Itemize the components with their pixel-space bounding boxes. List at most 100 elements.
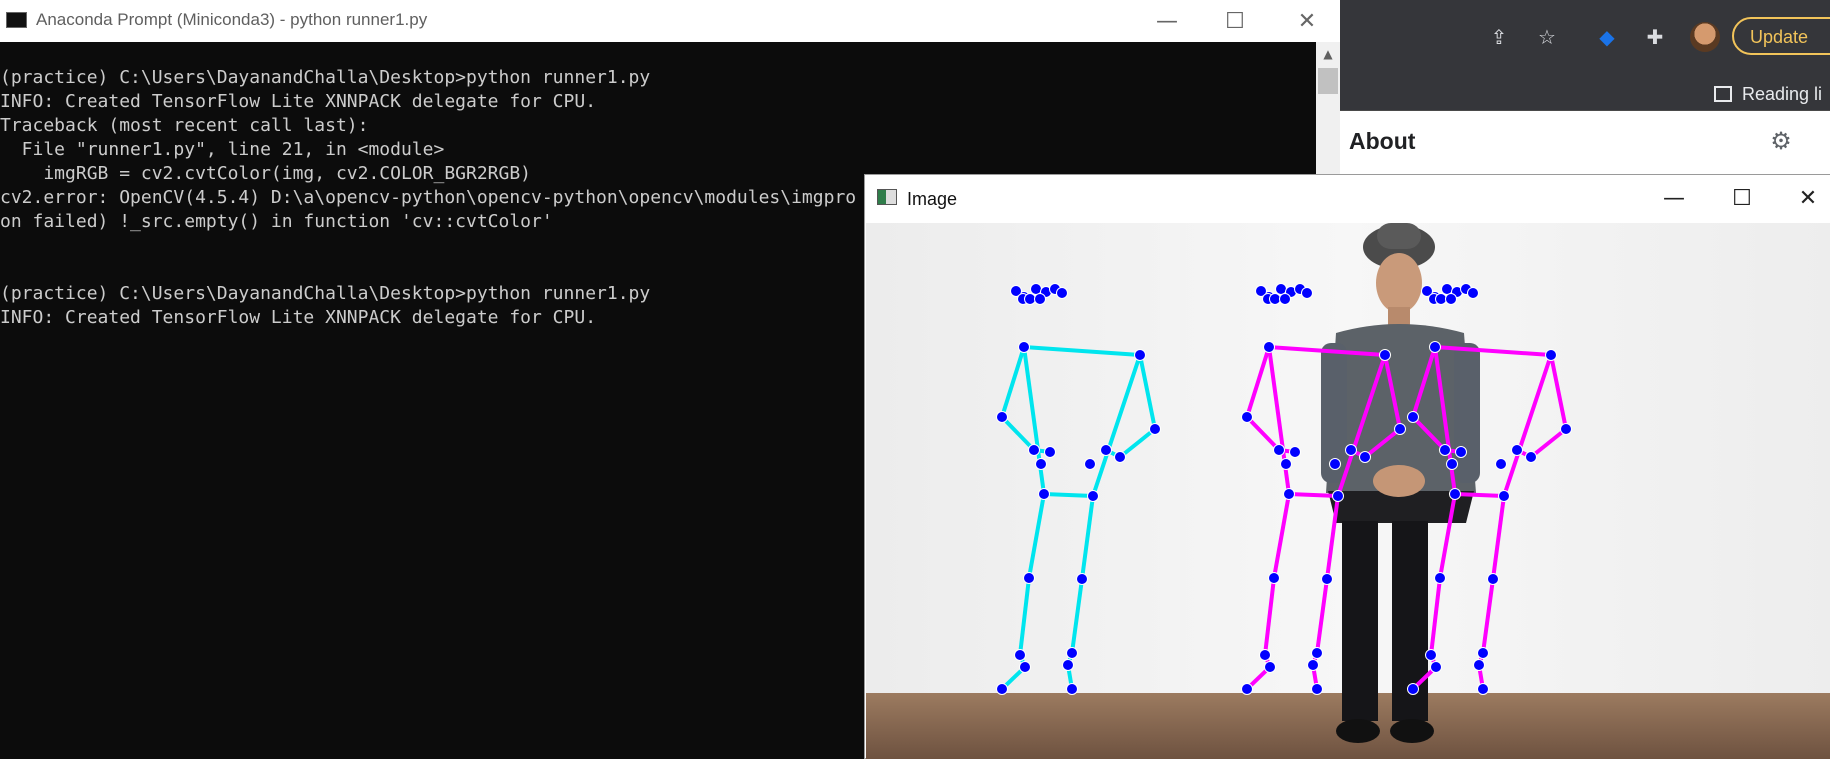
- pose-landmark: [1311, 647, 1323, 659]
- pose-landmark: [1019, 661, 1031, 673]
- pose-landmark: [1495, 458, 1507, 470]
- skeleton-bone: [1288, 492, 1339, 498]
- pose-landmark: [1545, 349, 1557, 361]
- share-icon[interactable]: ⇪: [1486, 24, 1512, 50]
- pose-landmark: [1449, 488, 1461, 500]
- console-title: Anaconda Prompt (Miniconda3) - python ru…: [36, 10, 428, 29]
- pose-landmark: [1321, 573, 1333, 585]
- image-title: Image: [907, 189, 958, 209]
- pose-landmark: [1018, 341, 1030, 353]
- pose-landmark: [996, 683, 1008, 695]
- pose-landmark: [1446, 458, 1458, 470]
- pose-landmark: [1477, 647, 1489, 659]
- pose-landmark: [1034, 293, 1046, 305]
- maximize-button[interactable]: ☐: [1719, 177, 1765, 219]
- pose-landmark: [1439, 444, 1451, 456]
- pose-landmark: [1264, 661, 1276, 673]
- pose-landmark: [1332, 490, 1344, 502]
- pose-landmark: [1062, 659, 1074, 671]
- scroll-thumb[interactable]: [1318, 68, 1338, 94]
- pose-landmark: [1273, 444, 1285, 456]
- pose-landmark: [1487, 573, 1499, 585]
- pose-landmark: [1283, 488, 1295, 500]
- pose-landmark: [1498, 490, 1510, 502]
- panel-title: About: [1349, 128, 1416, 154]
- minimize-button[interactable]: —: [1651, 177, 1697, 219]
- pose-landmark: [1455, 446, 1467, 458]
- image-app-icon: [877, 189, 897, 205]
- pose-landmark: [1028, 444, 1040, 456]
- pose-landmark: [1023, 572, 1035, 584]
- pose-landmark: [1268, 572, 1280, 584]
- pose-landmark: [1407, 683, 1419, 695]
- pose-landmark: [1345, 444, 1357, 456]
- close-button[interactable]: ✕: [1284, 0, 1330, 42]
- pose-landmark: [1024, 293, 1036, 305]
- pose-landmark: [1076, 573, 1088, 585]
- pose-landmark: [1430, 661, 1442, 673]
- pose-landmark: [1056, 287, 1068, 299]
- console-titlebar[interactable]: Anaconda Prompt (Miniconda3) - python ru…: [0, 0, 1340, 42]
- pose-landmark: [996, 411, 1008, 423]
- pose-landmark: [1434, 572, 1446, 584]
- pose-landmark: [1087, 490, 1099, 502]
- close-button[interactable]: ✕: [1785, 177, 1830, 219]
- pose-landmark: [1477, 683, 1489, 695]
- reading-list-label: Reading li: [1742, 84, 1823, 104]
- pose-landmark: [1307, 659, 1319, 671]
- skeleton-bone: [1454, 492, 1505, 498]
- pose-landmark: [1429, 341, 1441, 353]
- pose-landmark: [1066, 683, 1078, 695]
- pose-landmark: [1425, 649, 1437, 661]
- pose-landmark: [1084, 458, 1096, 470]
- skeleton-bone: [1043, 492, 1094, 498]
- pose-landmark: [1311, 683, 1323, 695]
- pose-landmark: [1407, 411, 1419, 423]
- reading-list-icon: [1714, 86, 1732, 102]
- maximize-button[interactable]: ☐: [1212, 0, 1258, 42]
- pose-landmark: [1066, 647, 1078, 659]
- scroll-up-arrow-icon[interactable]: ▲: [1316, 44, 1340, 64]
- pose-landmark: [1329, 458, 1341, 470]
- pose-landmark: [1394, 423, 1406, 435]
- console-output[interactable]: (practice) C:\Users\DayanandChalla\Deskt…: [0, 66, 856, 330]
- pose-landmark: [1030, 283, 1042, 295]
- pose-landmark: [1445, 293, 1457, 305]
- pose-landmark: [1014, 649, 1026, 661]
- pose-landmark: [1525, 451, 1537, 463]
- pose-landmark: [1114, 451, 1126, 463]
- extension-gem-icon[interactable]: ◆: [1594, 24, 1620, 50]
- pose-landmark: [1149, 423, 1161, 435]
- pose-landmark: [1134, 349, 1146, 361]
- pose-image: [866, 223, 1830, 759]
- update-button[interactable]: Update: [1732, 17, 1830, 55]
- image-titlebar[interactable]: Image — ☐ ✕: [865, 175, 1830, 223]
- pose-landmark: [1435, 293, 1447, 305]
- pose-image-svg: [866, 223, 1830, 759]
- minimize-button[interactable]: —: [1144, 0, 1190, 42]
- star-icon[interactable]: ☆: [1534, 24, 1560, 50]
- pose-landmark: [1241, 683, 1253, 695]
- gear-icon[interactable]: ⚙: [1768, 127, 1794, 155]
- pose-landmark: [1289, 446, 1301, 458]
- pose-landmark: [1044, 446, 1056, 458]
- pose-landmark: [1275, 283, 1287, 295]
- pose-landmark: [1263, 341, 1275, 353]
- pose-landmark: [1100, 444, 1112, 456]
- pose-landmark: [1359, 451, 1371, 463]
- image-window[interactable]: Image — ☐ ✕: [864, 174, 1830, 759]
- profile-avatar[interactable]: [1690, 22, 1720, 52]
- pose-landmark: [1441, 283, 1453, 295]
- terminal-icon: [6, 12, 27, 28]
- pose-landmark: [1379, 349, 1391, 361]
- reading-list-button[interactable]: Reading li: [1714, 84, 1822, 105]
- pose-landmark: [1467, 287, 1479, 299]
- pose-landmark: [1259, 649, 1271, 661]
- pose-landmark: [1301, 287, 1313, 299]
- pose-landmark: [1560, 423, 1572, 435]
- puzzle-icon[interactable]: ✚: [1642, 24, 1668, 50]
- pose-landmark: [1511, 444, 1523, 456]
- pose-landmark: [1269, 293, 1281, 305]
- pose-landmark: [1473, 659, 1485, 671]
- pose-landmark: [1038, 488, 1050, 500]
